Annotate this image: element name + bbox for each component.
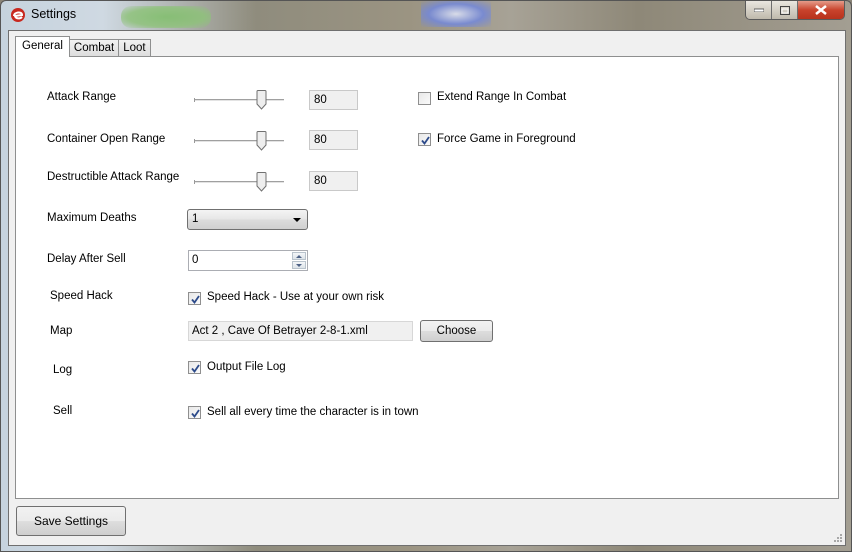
resize-grip-icon[interactable] (833, 533, 843, 543)
delay-after-sell-label: Delay After Sell (47, 253, 126, 265)
slider-thumb[interactable] (256, 131, 267, 151)
container-open-range-label: Container Open Range (47, 133, 166, 145)
background-blur (421, 1, 491, 27)
minimize-icon (753, 8, 764, 12)
checkmark-icon (421, 136, 430, 145)
slider-tick (194, 98, 195, 102)
slider-track (194, 140, 284, 143)
client-area: General Combat Loot Attack Range 80 Cont… (8, 30, 846, 546)
maximum-deaths-dropdown[interactable]: 1 (187, 209, 308, 230)
output-file-log-checkbox[interactable] (188, 361, 201, 374)
destructible-attack-range-label: Destructible Attack Range (47, 171, 180, 183)
window-title: Settings (31, 7, 77, 21)
save-settings-button[interactable]: Save Settings (16, 506, 126, 536)
attack-range-label: Attack Range (47, 91, 117, 103)
slider-track (194, 99, 284, 102)
container-open-range-slider[interactable] (194, 131, 284, 151)
speed-hack-label: Speed Hack (50, 290, 113, 302)
spinner-up-button[interactable] (292, 252, 306, 260)
map-label: Map (50, 325, 73, 337)
extend-range-checkbox[interactable] (418, 92, 431, 105)
arrow-up-icon (296, 254, 302, 258)
output-file-log-label: Output File Log (207, 361, 286, 373)
checkmark-icon (191, 364, 200, 373)
chevron-down-icon (293, 218, 301, 222)
container-open-range-value: 80 (309, 130, 358, 150)
close-button[interactable] (798, 1, 844, 19)
attack-range-value: 80 (309, 90, 358, 110)
spinner-buttons (292, 252, 306, 269)
force-foreground-checkbox[interactable] (418, 133, 431, 146)
sell-label: Sell (53, 405, 73, 417)
choose-map-button[interactable]: Choose (420, 320, 493, 342)
slider-tick (194, 180, 195, 184)
tab-combat[interactable]: Combat (68, 39, 120, 57)
close-icon (815, 5, 827, 15)
force-foreground-label: Force Game in Foreground (437, 133, 576, 145)
sell-all-checkbox[interactable] (188, 406, 201, 419)
minimize-button[interactable] (746, 1, 772, 19)
delay-after-sell-value: 0 (192, 254, 199, 266)
maximize-button[interactable] (772, 1, 798, 19)
checkmark-icon (191, 409, 200, 418)
settings-window: Settings General Combat Loot Attack Rang… (0, 0, 852, 552)
attack-range-slider[interactable] (194, 90, 284, 110)
maximum-deaths-label: Maximum Deaths (47, 212, 137, 224)
speed-hack-check-label: Speed Hack - Use at your own risk (207, 291, 385, 303)
tab-strip: General Combat Loot (15, 36, 151, 57)
destructible-attack-range-value: 80 (309, 171, 358, 191)
background-blur (121, 6, 211, 28)
maximum-deaths-value: 1 (192, 213, 199, 225)
arrow-down-icon (296, 263, 302, 267)
caption-buttons (745, 1, 845, 20)
slider-tick (194, 139, 195, 143)
destructible-attack-range-slider[interactable] (194, 172, 284, 192)
spinner-down-button[interactable] (292, 261, 306, 269)
speed-hack-checkbox[interactable] (188, 292, 201, 305)
sell-all-label: Sell all every time the character is in … (207, 406, 419, 418)
checkmark-icon (191, 295, 200, 304)
tab-general[interactable]: General (15, 36, 70, 57)
tab-loot[interactable]: Loot (118, 39, 151, 57)
extend-range-label: Extend Range In Combat (437, 91, 567, 103)
slider-thumb[interactable] (256, 90, 267, 110)
slider-thumb[interactable] (256, 172, 267, 192)
slider-track (194, 181, 284, 184)
map-path-field[interactable]: Act 2 , Cave Of Betrayer 2-8-1.xml (188, 321, 413, 341)
maximize-icon (779, 5, 790, 15)
delay-after-sell-spinner[interactable]: 0 (188, 250, 308, 271)
log-label: Log (53, 364, 73, 376)
general-tab-page: Attack Range 80 Container Open Range 80 … (15, 56, 839, 499)
e-logo-icon (11, 8, 25, 22)
